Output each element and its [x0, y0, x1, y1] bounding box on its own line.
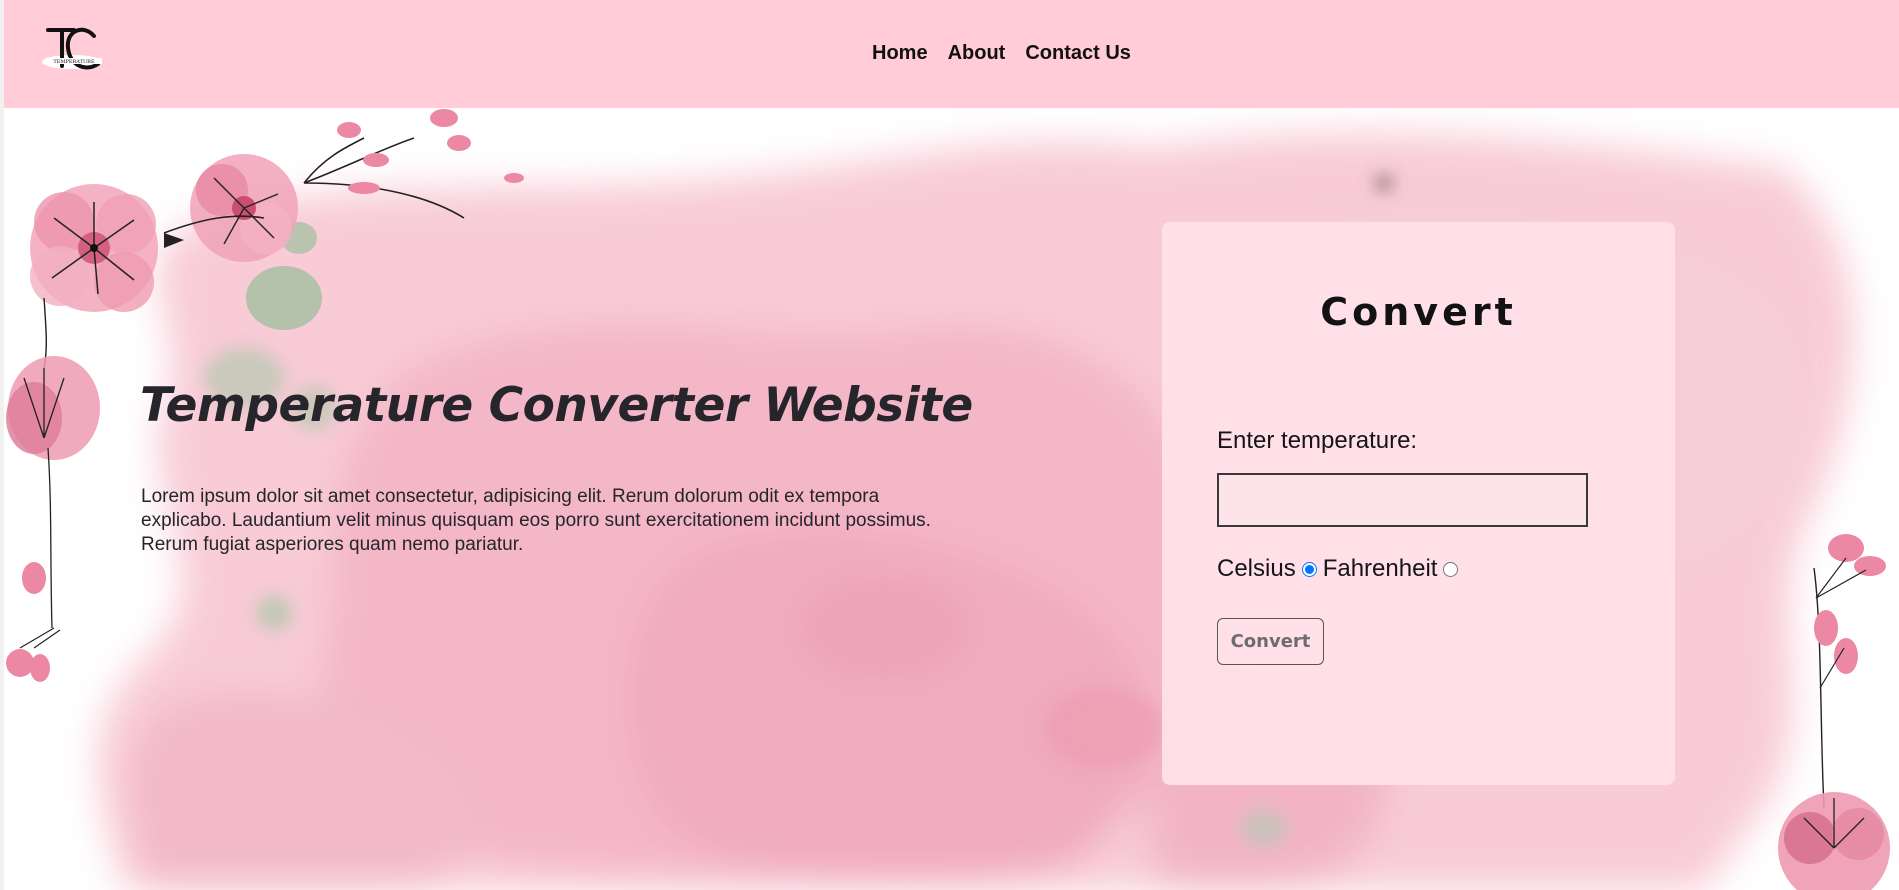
flower-decoration-bottom-right — [1778, 534, 1890, 890]
unit-selector: Celsius Fahrenheit — [1217, 555, 1464, 583]
converter-title: Convert — [1320, 290, 1517, 334]
temperature-input[interactable] — [1217, 473, 1588, 527]
temperature-label: Enter temperature: — [1217, 427, 1418, 454]
celsius-radio[interactable] — [1301, 561, 1317, 577]
fahrenheit-label: Fahrenheit — [1322, 555, 1438, 582]
fahrenheit-radio[interactable] — [1443, 561, 1459, 577]
hero-title: Temperature Converter Website — [140, 378, 973, 433]
convert-button[interactable]: Convert — [1217, 618, 1324, 665]
site-logo[interactable]: TEMPERATURE — [40, 22, 108, 82]
converter-card: Convert Enter temperature: Celsius Fahre… — [1162, 222, 1675, 785]
nav-link-about[interactable]: About — [948, 42, 1006, 65]
navbar: TEMPERATURE Home About Contact Us — [4, 0, 1899, 108]
nav-link-contact-us[interactable]: Contact Us — [1025, 42, 1131, 65]
logo-icon: TEMPERATURE — [42, 27, 102, 70]
nav-link-home[interactable]: Home — [872, 42, 928, 65]
celsius-label: Celsius — [1217, 555, 1296, 582]
hero-description: Lorem ipsum dolor sit amet consectetur, … — [141, 486, 931, 555]
page-left-border — [0, 0, 4, 890]
svg-text:TEMPERATURE: TEMPERATURE — [53, 59, 95, 65]
main-nav: Home About Contact Us — [872, 42, 1131, 65]
